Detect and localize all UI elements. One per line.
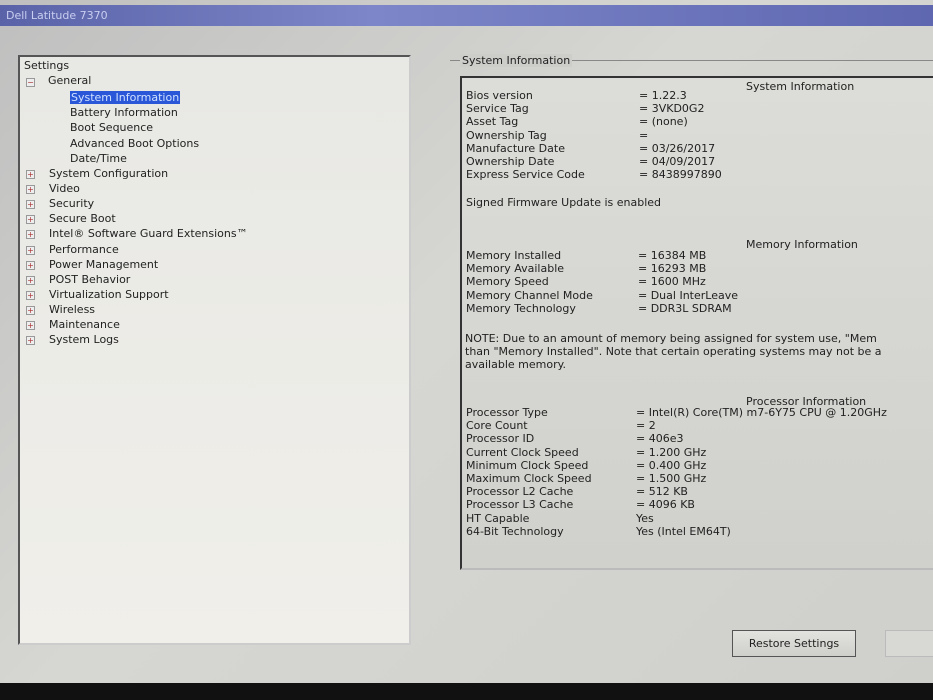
row-label: 64-Bit Technology xyxy=(466,524,564,538)
row-label: Maximum Clock Speed xyxy=(466,472,592,485)
row-value: = 406e3 xyxy=(636,432,684,446)
firmware-note: Signed Firmware Update is enabled xyxy=(466,196,662,209)
tree-item-label: Boot Sequence xyxy=(70,121,154,135)
row-value: = 0.400 GHz xyxy=(636,458,707,472)
tree-item-maintenance[interactable]: Maintenance xyxy=(49,318,120,332)
expand-icon[interactable]: + xyxy=(26,275,35,285)
memory-note-line: than "Memory Installed". Note that certa… xyxy=(465,345,882,358)
system-information-content: System Information Bios version = 1.22.3 Se… xyxy=(460,76,933,570)
tree-item-system-logs[interactable]: System Logs xyxy=(49,333,119,347)
row-value: = 8438997890 xyxy=(639,168,722,182)
tree-item-system-configuration[interactable]: System Configuration xyxy=(49,167,168,181)
tree-item-battery-information[interactable]: Battery Information xyxy=(70,106,178,120)
row-label: Processor L3 Cache xyxy=(466,498,574,512)
row-value: = 1.200 GHz xyxy=(636,445,707,459)
row-label: Memory Installed xyxy=(466,249,562,262)
row-label: Memory Speed xyxy=(466,275,549,289)
tree-item-label: Battery Information xyxy=(70,106,178,120)
tree-item-performance[interactable]: Performance xyxy=(49,243,119,257)
expand-icon[interactable]: + xyxy=(26,260,35,270)
expand-icon[interactable]: + xyxy=(26,321,35,330)
expand-icon[interactable]: + xyxy=(26,185,35,195)
row-label: Processor L2 Cache xyxy=(466,485,574,499)
tree-item-post-behavior[interactable]: POST Behavior xyxy=(49,273,130,287)
memory-note-line: available memory. xyxy=(465,358,567,371)
restore-settings-button[interactable]: Restore Settings xyxy=(732,630,856,657)
row-label: Ownership Tag xyxy=(466,128,547,142)
row-value: = 16293 MB xyxy=(638,262,707,276)
row-label: Ownership Date xyxy=(466,155,555,168)
row-value: = 512 KB xyxy=(636,485,688,499)
tree-item-boot-sequence[interactable]: Boot Sequence xyxy=(70,121,153,135)
settings-tree-panel: Settings − General System Information Batter… xyxy=(18,55,411,645)
expand-icon[interactable]: + xyxy=(26,170,35,179)
disabled-button[interactable] xyxy=(885,630,933,657)
row-value: = 1.22.3 xyxy=(639,89,687,102)
row-value: = 04/09/2017 xyxy=(639,155,716,168)
row-value: = Intel(R) Core(TM) m7-6Y75 CPU @ 1.20GH… xyxy=(636,406,887,419)
row-value: = 1600 MHz xyxy=(638,275,706,289)
tree-item-label: Advanced Boot Options xyxy=(70,136,200,150)
title-bar: Dell Latitude 7370 xyxy=(0,5,933,26)
row-value: = 1.500 GHz xyxy=(636,472,707,485)
row-label: Memory Channel Mode xyxy=(466,288,593,302)
expand-icon[interactable]: + xyxy=(26,305,35,315)
tree-root-settings: Settings xyxy=(24,59,70,72)
group-title: System Information xyxy=(460,54,573,67)
tree-item-general[interactable]: General xyxy=(48,74,91,88)
memory-note-line: NOTE: Due to an amount of memory being a… xyxy=(465,332,877,345)
row-value: = 3VKD0G2 xyxy=(639,102,705,116)
expand-icon[interactable]: + xyxy=(26,336,35,346)
tree-item-advanced-boot-options[interactable]: Advanced Boot Options xyxy=(70,137,199,151)
row-value: = Dual InterLeave xyxy=(638,288,738,302)
tree-item-system-information[interactable]: System Information xyxy=(70,91,181,105)
row-label: Express Service Code xyxy=(466,168,585,182)
tree-item-virtualization-support[interactable]: Virtualization Support xyxy=(49,288,169,302)
tree-item-intel-software-guard-extensions-[interactable]: Intel® Software Guard Extensions™ xyxy=(49,227,248,241)
tree-item-wireless[interactable]: Wireless xyxy=(49,303,95,317)
row-value: = (none) xyxy=(639,115,688,129)
row-label: Core Count xyxy=(466,419,528,433)
row-value: Yes (Intel EM64T) xyxy=(636,524,731,538)
row-label: Minimum Clock Speed xyxy=(466,458,589,472)
tree-item-security[interactable]: Security xyxy=(49,197,94,211)
tree-item-power-management[interactable]: Power Management xyxy=(49,258,158,272)
row-label: Memory Technology xyxy=(466,301,576,315)
row-value: = 16384 MB xyxy=(638,249,707,262)
section-header: System Information xyxy=(746,80,855,93)
expand-icon[interactable]: + xyxy=(26,230,35,240)
expand-icon[interactable]: + xyxy=(26,215,35,225)
row-value: Yes xyxy=(636,511,654,525)
row-label: Asset Tag xyxy=(466,115,519,129)
row-label: Bios version xyxy=(466,89,533,102)
collapse-icon[interactable]: − xyxy=(26,78,35,87)
row-label: Processor Type xyxy=(466,406,548,419)
expand-icon[interactable]: + xyxy=(26,200,35,210)
section-header: Memory Information xyxy=(746,238,858,251)
row-value: = xyxy=(639,128,649,142)
bios-screen: Dell Latitude 7370 Settings − General Syste… xyxy=(0,0,933,683)
row-label: Memory Available xyxy=(466,262,565,276)
row-label: Processor ID xyxy=(466,432,535,446)
expand-icon[interactable]: + xyxy=(26,290,35,300)
row-label: Manufacture Date xyxy=(466,141,565,155)
tree-item-secure-boot[interactable]: Secure Boot xyxy=(49,212,116,226)
tree-item-date-time[interactable]: Date/Time xyxy=(70,152,127,166)
row-value: = 4096 KB xyxy=(636,498,695,512)
row-label: Service Tag xyxy=(466,102,529,116)
row-label: Current Clock Speed xyxy=(466,445,579,459)
row-label: HT Capable xyxy=(466,511,530,525)
tree-item-label: System Information xyxy=(70,91,181,104)
tree-item-label: Date/Time xyxy=(70,151,127,165)
row-value: = 03/26/2017 xyxy=(639,141,716,155)
tree-item-video[interactable]: Video xyxy=(49,182,80,196)
row-value: = DDR3L SDRAM xyxy=(638,301,732,315)
row-value: = 2 xyxy=(636,419,656,433)
expand-icon[interactable]: + xyxy=(26,245,35,255)
